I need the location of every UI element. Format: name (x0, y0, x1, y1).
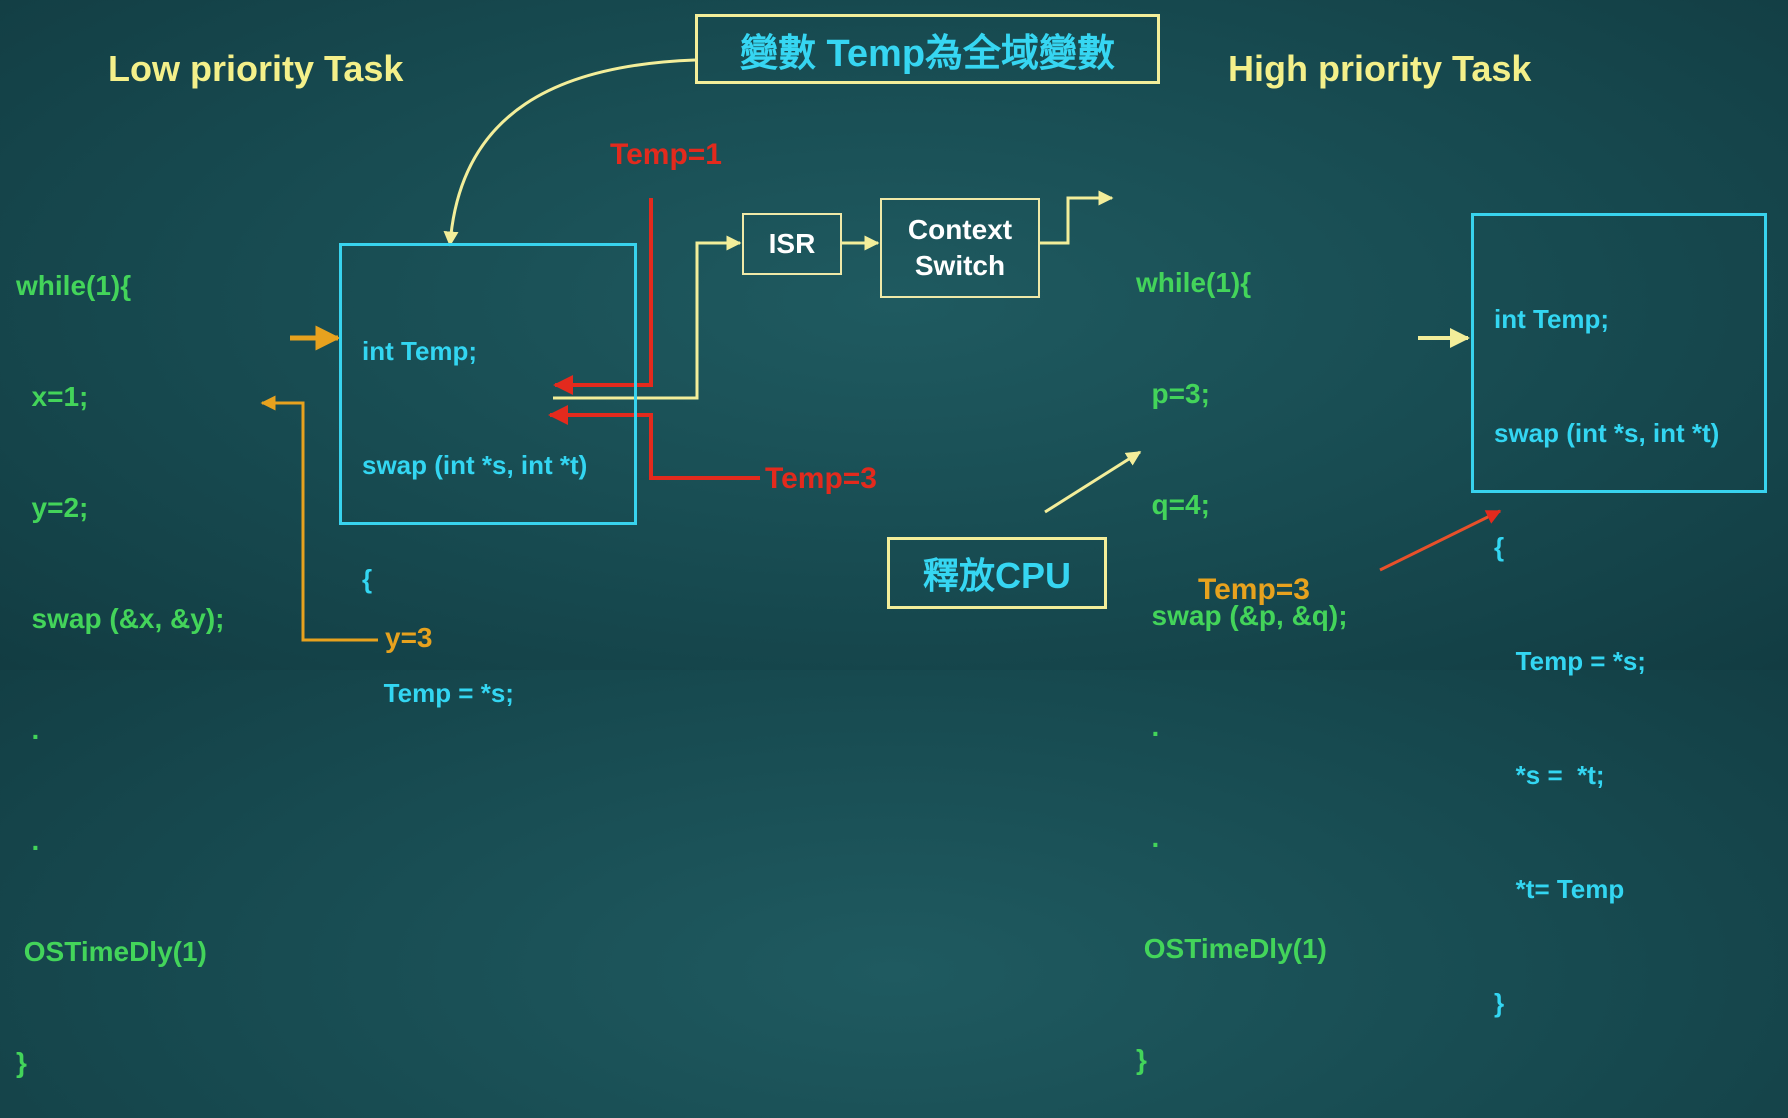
swap-box-left: int Temp; swap (int *s, int *t) { Temp =… (339, 243, 637, 708)
code-line: } (1136, 1044, 1147, 1075)
code-line: while(1){ (1136, 267, 1252, 298)
code-line: while(1){ (16, 270, 132, 301)
y3-label: y=3 (385, 622, 433, 653)
code-line: . (1136, 822, 1160, 853)
temp3-orange-arrow (1379, 509, 1502, 572)
release-cpu-callout: 釋放CPU (887, 537, 1107, 609)
code-line: swap (&x, &y); (16, 603, 225, 634)
isr-box: ISR (742, 213, 842, 275)
code-line: OSTimeDly(1) (1136, 933, 1327, 964)
code-line: OSTimeDly(1) (16, 936, 207, 967)
code-line: swap (int *s, int *t) (362, 450, 588, 480)
code-line: . (16, 714, 40, 745)
code-line: *t= Temp (1494, 874, 1625, 904)
low-task-code: while(1){ x=1; y=2; swap (&x, &y); . . O… (16, 193, 224, 1118)
code-line: { (362, 564, 373, 594)
code-line: swap (int *s, int *t) (1494, 418, 1720, 448)
context-switch-box: Context Switch (880, 198, 1040, 298)
global-variable-callout-text: 變數 Temp為全域變數 (739, 32, 1116, 75)
swap-left-code: int Temp; swap (int *s, int *t) { Temp =… (362, 256, 587, 788)
temp3-red-label: Temp=3 (765, 462, 877, 495)
release-cpu-arrow (1044, 450, 1142, 514)
code-line: int Temp; (362, 336, 478, 366)
code-line: *s = *t; (1494, 760, 1605, 790)
code-line: swap (&p, &q); (1136, 600, 1348, 631)
code-line: Temp = *s; (362, 678, 514, 708)
high-task-code: while(1){ p=3; q=4; swap (&p, &q); . . O… (1136, 190, 1348, 1115)
low-priority-title: Low priority Task (108, 48, 404, 89)
temp1-label: Temp=1 (610, 138, 722, 171)
switch-to-high-arrow (1040, 190, 1114, 245)
context-switch-label: Context Switch (907, 214, 1013, 281)
code-line: int Temp; (1494, 304, 1610, 334)
code-line: q=4; (1136, 489, 1210, 520)
release-cpu-text: 釋放CPU (922, 555, 1071, 596)
code-line: . (1136, 711, 1160, 742)
code-line: . (16, 825, 40, 856)
code-line: } (16, 1047, 27, 1078)
global-variable-callout: 變數 Temp為全域變數 (695, 14, 1160, 84)
code-line: x=1; (16, 381, 89, 412)
code-line: Temp = *s; (1494, 646, 1646, 676)
code-line: p=3; (1136, 378, 1210, 409)
high-priority-title: High priority Task (1228, 48, 1532, 89)
swap-box-right: int Temp; swap (int *s, int *t) { Temp =… (1471, 213, 1767, 1018)
isr-label: ISR (768, 228, 816, 259)
swap-right-code: int Temp; swap (int *s, int *t) { Temp =… (1494, 224, 1719, 1098)
code-line: { (1494, 532, 1505, 562)
code-line: y=2; (16, 492, 89, 523)
code-line: } (1494, 988, 1505, 1018)
